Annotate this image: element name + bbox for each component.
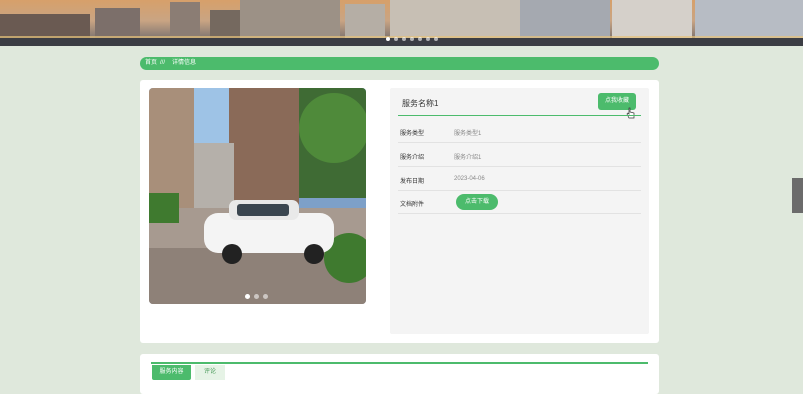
breadcrumb: 首页 /// 详情信息 — [140, 57, 659, 70]
tabs-top-line — [151, 362, 648, 364]
row-value: 2023-04-06 — [454, 176, 485, 182]
info-row-date: 发布日期 2023-04-06 — [398, 167, 641, 191]
breadcrumb-separator: /// — [160, 60, 166, 66]
row-label: 发布日期 — [400, 179, 425, 185]
carousel-dot[interactable] — [254, 294, 259, 299]
carousel-dot[interactable] — [426, 37, 430, 41]
breadcrumb-current: 详情信息 — [172, 60, 197, 66]
info-row-type: 服务类型 服务类型1 — [398, 119, 641, 143]
carousel-dot[interactable] — [263, 294, 268, 299]
row-value: 服务类型1 — [454, 131, 482, 137]
carousel-dot[interactable] — [245, 294, 250, 299]
carousel-dot[interactable] — [418, 37, 422, 41]
tab-comments[interactable]: 评论 — [195, 365, 225, 380]
service-info-panel: 服务名称1 点我收藏 服务类型 服务类型1 服务介绍 服务介绍1 发布日期 20… — [390, 88, 649, 334]
hand-cursor-icon — [626, 107, 635, 119]
scrollbar-thumb[interactable] — [792, 178, 803, 213]
banner-carousel-dots — [386, 37, 438, 41]
carousel-dot[interactable] — [402, 37, 406, 41]
carousel-dot[interactable] — [434, 37, 438, 41]
street-scene-image — [149, 88, 366, 304]
content-tabs-card: 服务内容 评论 — [140, 354, 659, 394]
tab-service-content[interactable]: 服务内容 — [152, 365, 191, 380]
download-button[interactable]: 点击下载 — [456, 194, 498, 210]
row-label: 文档附件 — [400, 202, 425, 208]
row-value: 服务介绍1 — [454, 155, 482, 161]
breadcrumb-home-link[interactable]: 首页 — [145, 57, 157, 70]
info-row-intro: 服务介绍 服务介绍1 — [398, 143, 641, 167]
service-photo[interactable] — [149, 88, 366, 304]
row-label: 服务类型 — [400, 131, 425, 137]
header-banner — [0, 0, 803, 46]
info-row-attachment: 文档附件 点击下载 — [398, 190, 641, 214]
carousel-dot[interactable] — [386, 37, 390, 41]
photo-carousel-dots — [245, 294, 268, 299]
service-title: 服务名称1 — [402, 99, 439, 108]
title-divider — [398, 115, 641, 116]
carousel-dot[interactable] — [394, 37, 398, 41]
row-label: 服务介绍 — [400, 155, 425, 161]
carousel-dot[interactable] — [410, 37, 414, 41]
